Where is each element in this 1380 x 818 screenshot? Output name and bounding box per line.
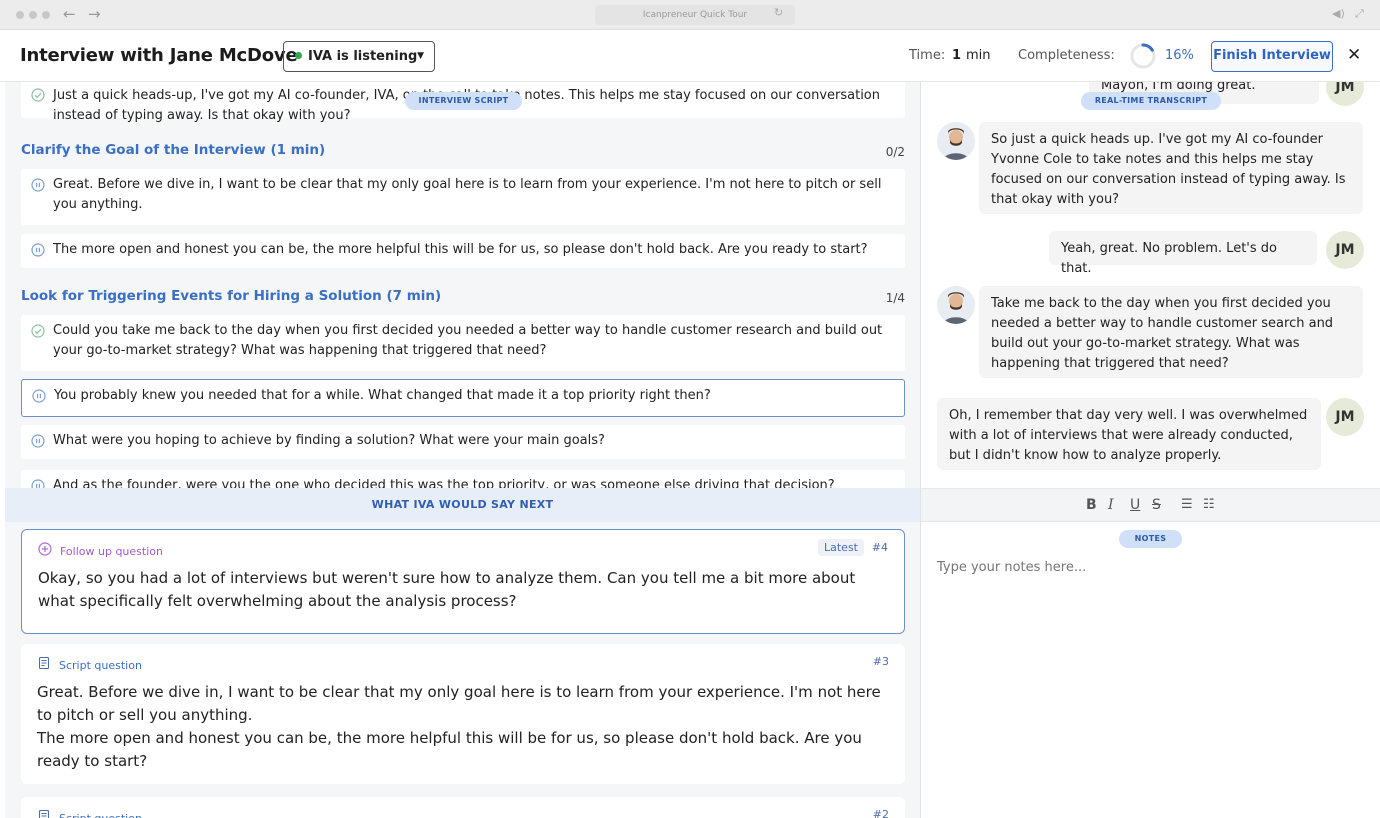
card-number: #3 [872, 655, 889, 668]
script-question[interactable]: Great. Before we dive in, I want to be c… [21, 169, 905, 225]
browser-chrome: ← → Icanpreneur Quick Tour ↻ ◀) ⤢ [0, 0, 1380, 30]
avatar-interviewer [937, 122, 975, 160]
card-text: Great. Before we dive in, I want to be c… [37, 683, 881, 724]
bold-button[interactable]: B [1086, 497, 1097, 513]
pause-circle-icon [31, 243, 45, 257]
card-number: #4 [871, 541, 888, 554]
underline-button[interactable]: U [1130, 497, 1140, 513]
section-title-clarify-goal: Clarify the Goal of the Interview (1 min… [21, 142, 326, 158]
avatar-jm: JM [1326, 398, 1364, 436]
follow-up-question-card[interactable]: Follow up question Latest #4 Okay, so yo… [21, 529, 905, 634]
listening-status-dropdown[interactable]: IVA is listening ▼ [283, 41, 435, 72]
reload-icon[interactable]: ↻ [774, 6, 783, 19]
question-text: The more open and honest you can be, the… [53, 242, 868, 257]
script-question-card[interactable]: Script question #3 Great. Before we dive… [21, 644, 905, 784]
script-question[interactable]: And as the founder, were you the one who… [21, 470, 905, 488]
latest-badge: Latest [818, 539, 864, 556]
section-title-triggering-events: Look for Triggering Events for Hiring a … [21, 288, 442, 304]
pause-circle-icon [31, 434, 45, 448]
script-question[interactable]: Could you take me back to the day when y… [21, 315, 905, 371]
notes-input[interactable] [937, 560, 1357, 575]
question-text: What were you hoping to achieve by findi… [53, 433, 605, 448]
what-iva-would-say-next-bar: WHAT IVA WOULD SAY NEXT [5, 488, 920, 522]
script-question[interactable]: What were you hoping to achieve by findi… [21, 425, 905, 459]
notes-pill: NOTES [1119, 530, 1182, 548]
close-icon[interactable]: ✕ [1347, 45, 1361, 65]
time-label: Time: [909, 48, 946, 63]
finish-interview-button[interactable]: Finish Interview [1211, 41, 1333, 72]
caret-down-icon: ▼ [417, 51, 424, 61]
avatar-interviewer [937, 286, 975, 324]
strikethrough-button[interactable]: S [1152, 497, 1161, 513]
card-type-label: Script question [59, 812, 142, 818]
interview-script-panel: Just a quick heads-up, I've got my AI co… [5, 82, 920, 818]
transcript-message-interviewer: Take me back to the day when you first d… [979, 286, 1363, 378]
completeness-label: Completeness: [1018, 48, 1115, 63]
card-text: Okay, so you had a lot of interviews but… [38, 569, 856, 610]
back-arrow-icon[interactable]: ← [63, 5, 76, 23]
interview-header: Interview with Jane McDove IVA is listen… [0, 30, 1380, 82]
card-type-label: Script question [59, 659, 142, 672]
script-scroll-icon [38, 809, 50, 818]
script-question-card[interactable]: Script question #2 [21, 797, 905, 818]
card-number: #2 [872, 808, 889, 818]
script-scroll-area[interactable]: Just a quick heads-up, I've got my AI co… [5, 82, 920, 488]
pause-circle-icon [31, 178, 45, 192]
page-title: Interview with Jane McDove [20, 45, 298, 66]
pause-circle-icon [32, 389, 46, 403]
interviewer-avatar-icon [937, 286, 975, 324]
transcript-message-jm: Oh, I remember that day very well. I was… [937, 398, 1321, 470]
plus-circle-icon [38, 542, 52, 556]
section-count-clarify-goal: 0/2 [885, 145, 905, 159]
section-count-triggering-events: 1/4 [885, 291, 905, 305]
card-text: The more open and honest you can be, the… [37, 729, 862, 770]
transcript-scroll-area[interactable]: Mayon, I'm doing great. Thanks. JM REAL-… [921, 82, 1380, 488]
completeness-ring-icon [1130, 43, 1156, 69]
check-circle-icon [31, 324, 45, 338]
window-close-dot[interactable] [16, 11, 24, 19]
question-text: Great. Before we dive in, I want to be c… [53, 177, 882, 212]
transcript-notes-panel: Mayon, I'm doing great. Thanks. JM REAL-… [920, 82, 1380, 818]
listening-dot-icon [295, 52, 302, 59]
ordered-list-icon[interactable]: ☰ [1181, 497, 1193, 512]
question-text: Could you take me back to the day when y… [53, 323, 883, 358]
question-text: And as the founder, were you the one who… [53, 478, 835, 488]
question-text: You probably knew you needed that for a … [54, 388, 711, 403]
sound-icon[interactable]: ◀) [1332, 7, 1345, 20]
window-minimize-dot[interactable] [29, 11, 37, 19]
time-value: 1 [952, 48, 962, 63]
forward-arrow-icon[interactable]: → [88, 5, 101, 23]
pause-circle-icon [31, 479, 45, 488]
transcript-message-jm: Yeah, great. No problem. Let's do that. [1049, 231, 1317, 276]
interviewer-avatar-icon [937, 122, 975, 160]
script-question[interactable]: The more open and honest you can be, the… [21, 234, 905, 268]
listening-status-label: IVA is listening [308, 49, 418, 64]
script-question-active[interactable]: You probably knew you needed that for a … [21, 379, 905, 417]
script-scroll-icon [38, 656, 50, 670]
window-zoom-dot[interactable] [42, 11, 50, 19]
card-type-label: Follow up question [60, 545, 163, 558]
real-time-transcript-pill: REAL-TIME TRANSCRIPT [1081, 92, 1221, 110]
fullscreen-icon[interactable]: ⤢ [1355, 7, 1364, 21]
avatar-jm: JM [1326, 82, 1364, 106]
completeness-percent: 16% [1165, 48, 1194, 63]
bullet-list-icon[interactable]: ☷ [1203, 497, 1215, 512]
italic-button[interactable]: I [1108, 497, 1114, 513]
transcript-message-interviewer: So just a quick heads up. I've got my AI… [979, 122, 1363, 214]
notes-toolbar: B I U S ☰ ☷ [921, 488, 1380, 522]
check-circle-icon [31, 88, 45, 102]
address-bar[interactable]: Icanpreneur Quick Tour [595, 5, 795, 25]
avatar-jm: JM [1326, 231, 1364, 269]
interview-script-pill: INTERVIEW SCRIPT [405, 92, 522, 110]
time-unit: min [966, 48, 991, 63]
